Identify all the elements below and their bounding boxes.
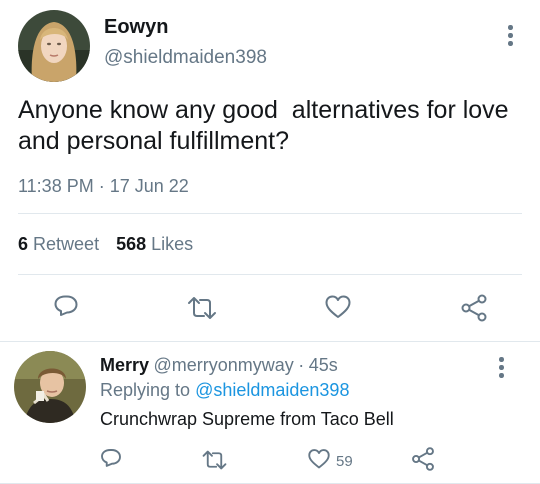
- author-name[interactable]: Eowyn: [104, 16, 168, 39]
- reply-author-name[interactable]: Merry: [100, 355, 149, 375]
- share-icon[interactable]: [459, 293, 489, 328]
- author-handle[interactable]: @shieldmaiden398: [104, 47, 267, 69]
- reply-age: 45s: [308, 355, 338, 375]
- retweet-icon[interactable]: [201, 448, 228, 477]
- reply-author-avatar[interactable]: [14, 351, 86, 423]
- tweet-text-line-1: Anyone know any good alternatives for lo…: [18, 96, 509, 124]
- heart-icon: [307, 448, 331, 475]
- tweet-text: Anyone know any good alternatives for lo…: [18, 95, 509, 157]
- reply-separator: ·: [298, 355, 305, 375]
- tweet-stats: 6 Retweet 568 Likes: [18, 234, 193, 255]
- reply-icon[interactable]: [99, 447, 123, 476]
- retweet-icon[interactable]: [186, 294, 218, 327]
- share-icon[interactable]: [410, 446, 436, 477]
- like-count: 568: [116, 234, 147, 254]
- tweet-timestamp[interactable]: 11:38 PM · 17 Jun 22: [18, 176, 189, 197]
- divider: [0, 341, 540, 342]
- like-action[interactable]: 59: [307, 448, 353, 475]
- more-vertical-icon[interactable]: [508, 25, 514, 49]
- divider: [18, 274, 522, 275]
- tweet-date: 17 Jun 22: [109, 176, 189, 196]
- reply-like-count: 59: [336, 453, 353, 470]
- tweet-text-line-2: and personal fulfillment?: [18, 127, 289, 155]
- replying-to: Replying to @shieldmaiden398: [100, 380, 349, 401]
- tweet-time: 11:38 PM: [18, 176, 94, 196]
- reply-text: Crunchwrap Supreme from Taco Bell: [100, 409, 394, 429]
- heart-icon[interactable]: [324, 294, 352, 325]
- reply-header: Merry @merryonmyway · 45s: [100, 355, 338, 376]
- retweet-label: Retweet: [33, 234, 100, 254]
- reply-icon[interactable]: [52, 293, 80, 326]
- more-vertical-icon[interactable]: [499, 357, 505, 381]
- reply-author-handle[interactable]: @merryonmyway: [153, 355, 293, 375]
- like-stat[interactable]: 568 Likes: [116, 234, 193, 254]
- replying-to-handle[interactable]: @shieldmaiden398: [195, 380, 349, 400]
- retweet-count: 6: [18, 234, 29, 254]
- author-avatar[interactable]: [18, 10, 90, 82]
- like-label: Likes: [151, 234, 194, 254]
- divider: [18, 213, 522, 214]
- replying-to-prefix: Replying to: [100, 380, 191, 400]
- timestamp-separator: ·: [98, 176, 105, 196]
- retweet-stat[interactable]: 6 Retweet: [18, 234, 104, 254]
